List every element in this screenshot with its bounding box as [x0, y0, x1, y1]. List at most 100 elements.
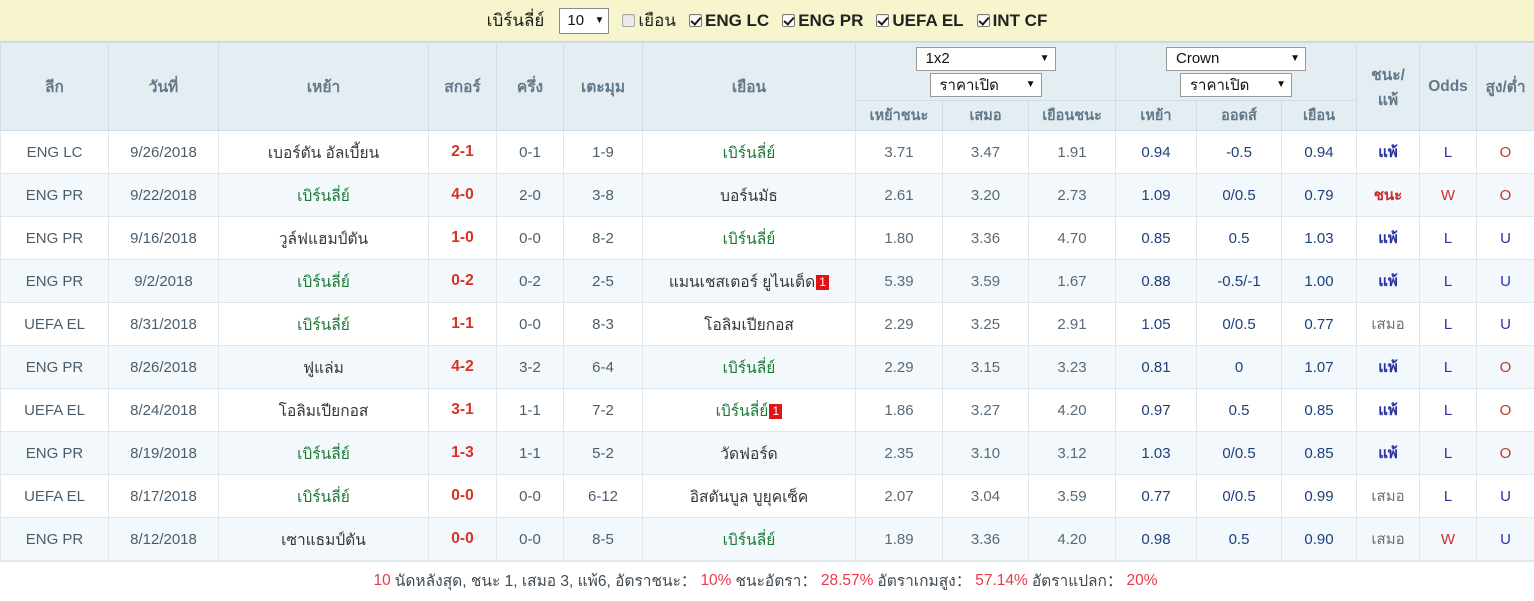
table-row[interactable]: ENG PR 8/12/2018 เซาแธมป์ตัน 0-0 0-0 8-5 เบิร์…: [0, 517, 1534, 561]
col-header-corner[interactable]: เตะมุม: [563, 42, 643, 131]
table-row[interactable]: ENG PR 9/16/2018 วูล์ฟแฮมป์ตัน 1-0 0-0 8-2 เบิ…: [0, 216, 1534, 260]
table-row[interactable]: ENG PR 8/19/2018 เบิร์นลี่ย์ 1-3 1-1 5-2 วัดฟอ…: [0, 431, 1534, 475]
price-type-select-handicap[interactable]: ราคาเปิด ▼: [1180, 72, 1292, 97]
cell-odds-draw: 3.36: [942, 216, 1029, 260]
cell-away-team[interactable]: อิสตันบูล บูยุคเซ็ค: [642, 474, 856, 518]
cell-away-team[interactable]: เบิร์นลี่ย์: [642, 130, 856, 174]
cell-date: 9/16/2018: [108, 216, 219, 260]
filter-checkbox-uefa-el[interactable]: UEFA EL: [876, 11, 964, 31]
cell-score[interactable]: 0-2: [428, 259, 497, 303]
checkbox-checked-icon[interactable]: [782, 14, 796, 27]
subcol-header-ah-away[interactable]: เยือน: [1281, 100, 1357, 131]
cell-odds-away-win: 3.12: [1028, 431, 1116, 475]
cell-corners: 3-8: [563, 173, 643, 217]
cell-away-team[interactable]: เบิร์นลี่ย์ 1: [642, 388, 856, 432]
table-row[interactable]: ENG PR 9/22/2018 เบิร์นลี่ย์ 4-0 2-0 3-8 บอร์น…: [0, 173, 1534, 217]
subcol-header-ah-line[interactable]: ออดส์: [1196, 100, 1282, 131]
cell-date: 8/12/2018: [108, 517, 219, 561]
cell-league: ENG PR: [0, 431, 109, 475]
table-row[interactable]: ENG LC 9/26/2018 เบอร์ตัน อัลเบี้ยน 2-1 0-1 1…: [0, 130, 1534, 174]
col-header-home[interactable]: เหย้า: [218, 42, 429, 131]
filter-checkbox-eng-pr[interactable]: ENG PR: [782, 11, 863, 31]
table-row[interactable]: ENG PR 9/2/2018 เบิร์นลี่ย์ 0-2 0-2 2-5 แมนเชส…: [0, 259, 1534, 303]
market-select-handicap[interactable]: Crown ▼: [1166, 46, 1306, 71]
table-row[interactable]: UEFA EL 8/17/2018 เบิร์นลี่ย์ 0-0 0-0 6-12 อิส…: [0, 474, 1534, 518]
cell-date: 9/22/2018: [108, 173, 219, 217]
cell-odds-letter: L: [1419, 345, 1477, 389]
cell-handicap-home: 0.88: [1115, 259, 1197, 303]
cell-away-team[interactable]: เบิร์นลี่ย์: [642, 517, 856, 561]
cell-odds-letter: L: [1419, 388, 1477, 432]
cell-home-team[interactable]: ฟูแล่ม: [218, 345, 429, 389]
match-history-table: ลีก วันที่ เหย้า สกอร์ ครึ่ง เตะมุม เยือ…: [0, 42, 1534, 561]
cell-score[interactable]: 1-3: [428, 431, 497, 475]
cell-home-team[interactable]: เบิร์นลี่ย์: [218, 302, 429, 346]
checkbox-checked-icon[interactable]: [688, 14, 702, 27]
filter-checkbox-eng-lc[interactable]: ENG LC: [688, 11, 769, 31]
cell-away-team[interactable]: โอลิมเปียกอส: [642, 302, 856, 346]
cell-away-team[interactable]: เบิร์นลี่ย์: [642, 216, 856, 260]
cell-over-under: O: [1476, 173, 1534, 217]
col-header-odds[interactable]: Odds: [1419, 42, 1477, 131]
market-select-handicap-value: Crown: [1176, 50, 1220, 67]
chevron-down-icon: ▼: [1290, 53, 1300, 64]
checkbox-checked-icon[interactable]: [876, 14, 890, 27]
cell-date: 8/17/2018: [108, 474, 219, 518]
subcol-header-home-win[interactable]: เหย้าชนะ: [855, 100, 943, 131]
cell-home-team[interactable]: เบิร์นลี่ย์: [218, 173, 429, 217]
summary-match-count: 10: [373, 571, 391, 589]
cell-away-team[interactable]: วัดฟอร์ด: [642, 431, 856, 475]
cell-score[interactable]: 4-0: [428, 173, 497, 217]
cell-score[interactable]: 2-1: [428, 130, 497, 174]
col-header-date[interactable]: วันที่: [108, 42, 219, 131]
subcol-header-away-win[interactable]: เยือนชนะ: [1028, 100, 1116, 131]
filter-checkbox-int-cf[interactable]: INT CF: [976, 11, 1047, 31]
col-header-away[interactable]: เยือน: [642, 42, 856, 131]
cell-score[interactable]: 1-0: [428, 216, 497, 260]
cell-result: ชนะ: [1356, 173, 1420, 217]
cell-home-team[interactable]: เซาแธมป์ตัน: [218, 517, 429, 561]
cell-half-time: 0-0: [496, 216, 564, 260]
col-header-score[interactable]: สกอร์: [428, 42, 497, 131]
table-row[interactable]: UEFA EL 8/31/2018 เบิร์นลี่ย์ 1-1 0-0 8-3 โอลิ…: [0, 302, 1534, 346]
cell-home-team[interactable]: เบอร์ตัน อัลเบี้ยน: [218, 130, 429, 174]
cell-handicap-away: 1.00: [1281, 259, 1357, 303]
filter-checkbox-away[interactable]: เยือน: [622, 7, 676, 34]
col-header-half[interactable]: ครึ่ง: [496, 42, 564, 131]
cell-half-time: 0-0: [496, 302, 564, 346]
col-header-over-under[interactable]: สูง/ต่ำ: [1476, 42, 1534, 131]
checkbox-checked-icon[interactable]: [976, 14, 990, 27]
cell-score[interactable]: 0-0: [428, 517, 497, 561]
cell-odds-away-win: 1.67: [1028, 259, 1116, 303]
cell-odds-draw: 3.10: [942, 431, 1029, 475]
cell-home-team[interactable]: เบิร์นลี่ย์: [218, 474, 429, 518]
cell-away-team[interactable]: แมนเชสเตอร์ ยูไนเต็ด 1: [642, 259, 856, 303]
cell-score[interactable]: 0-0: [428, 474, 497, 518]
col-header-result-line2: แพ้: [1377, 91, 1399, 109]
cell-odds-away-win: 1.91: [1028, 130, 1116, 174]
market-select-1x2[interactable]: 1x2 ▼: [915, 46, 1056, 71]
match-count-select[interactable]: 10 ▼: [559, 7, 610, 34]
summary-win-odds-label: ชนะอัตรา：: [735, 573, 817, 590]
price-type-select-1x2[interactable]: ราคาเปิด ▼: [929, 72, 1042, 97]
cell-score[interactable]: 4-2: [428, 345, 497, 389]
cell-away-team[interactable]: บอร์นมัธ: [642, 173, 856, 217]
cell-away-team[interactable]: เบิร์นลี่ย์: [642, 345, 856, 389]
cell-home-team[interactable]: วูล์ฟแฮมป์ตัน: [218, 216, 429, 260]
subcol-header-ah-home[interactable]: เหย้า: [1115, 100, 1197, 131]
cell-score[interactable]: 1-1: [428, 302, 497, 346]
table-row[interactable]: UEFA EL 8/24/2018 โอลิมเปียกอส 3-1 1-1 7-2 เบิ…: [0, 388, 1534, 432]
subcol-header-draw[interactable]: เสมอ: [942, 100, 1029, 131]
cell-odds-home-win: 5.39: [855, 259, 943, 303]
col-header-league[interactable]: ลีก: [0, 42, 109, 131]
cell-home-team[interactable]: เบิร์นลี่ย์: [218, 259, 429, 303]
col-header-result[interactable]: ชนะ/ แพ้: [1356, 42, 1420, 131]
checkbox-icon[interactable]: [622, 14, 636, 27]
table-row[interactable]: ENG PR 8/26/2018 ฟูแล่ม 4-2 3-2 6-4 เบิร์นลี่ย…: [0, 345, 1534, 389]
cell-score[interactable]: 3-1: [428, 388, 497, 432]
cell-handicap-away: 0.85: [1281, 431, 1357, 475]
cell-home-team[interactable]: โอลิมเปียกอส: [218, 388, 429, 432]
toolbar-team-name: เบิร์นลี่ย์: [486, 11, 545, 30]
cell-home-team[interactable]: เบิร์นลี่ย์: [218, 431, 429, 475]
cell-handicap-home: 0.77: [1115, 474, 1197, 518]
